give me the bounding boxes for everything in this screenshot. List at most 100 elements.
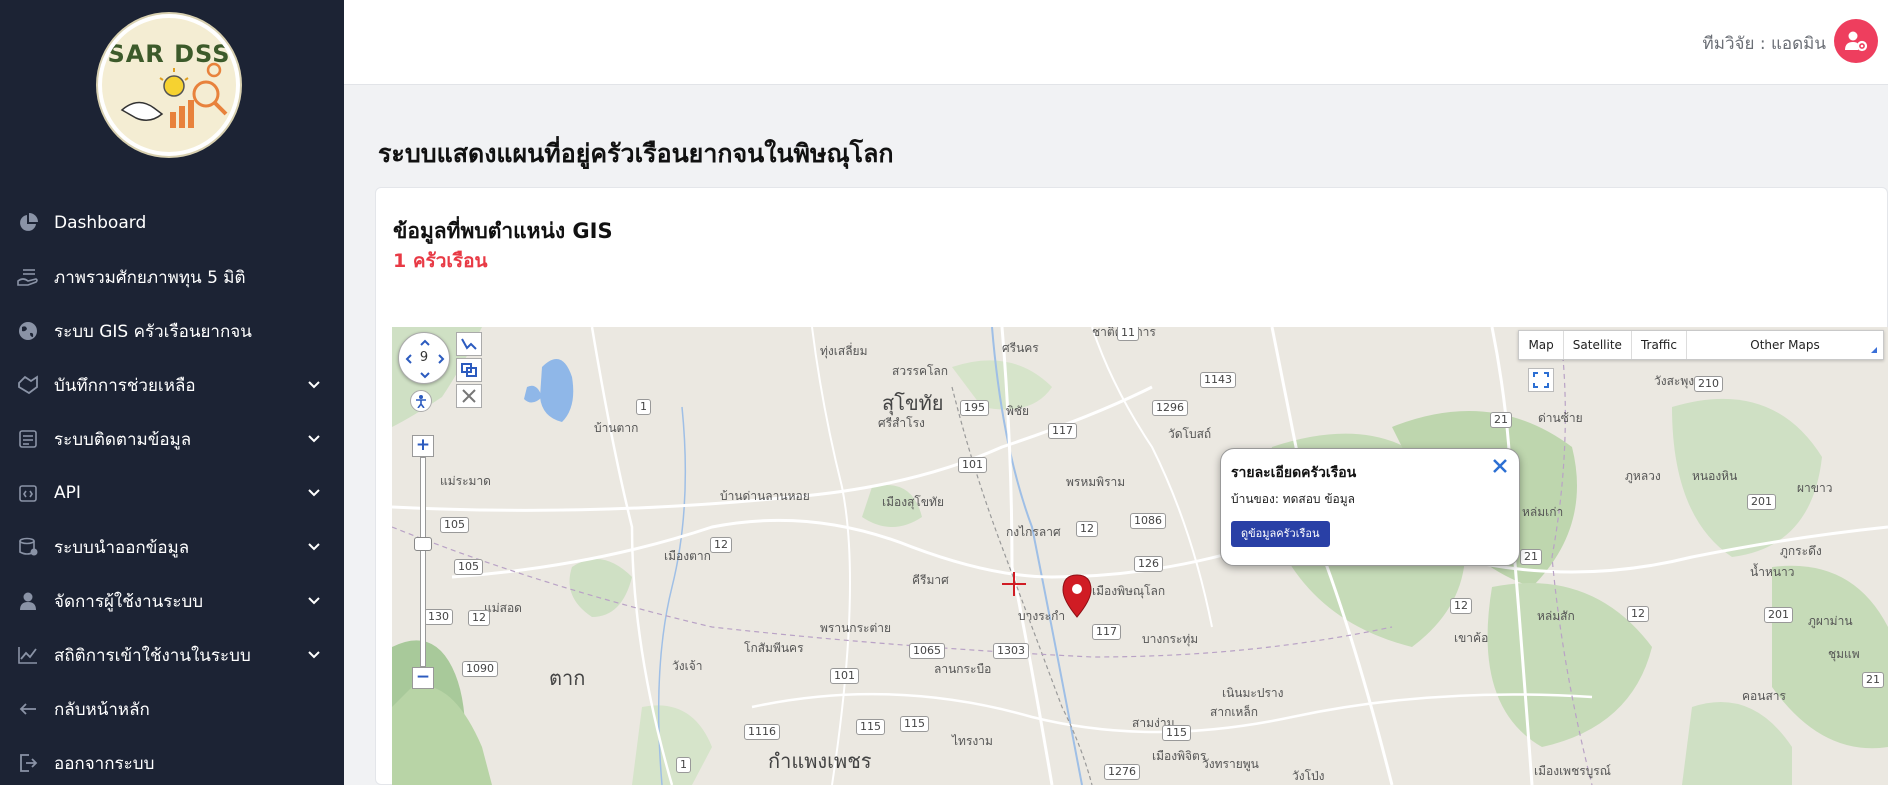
handshake-icon bbox=[16, 373, 40, 397]
view-household-button[interactable]: ดูข้อมูลครัวเรือน bbox=[1231, 521, 1330, 547]
chevron-down-icon[interactable] bbox=[306, 431, 322, 447]
sidebar-item-usage-stats[interactable]: สถิติการเข้าใช้งานในระบบ bbox=[0, 628, 344, 682]
measure-distance-icon[interactable] bbox=[456, 332, 482, 356]
user-icon bbox=[16, 589, 40, 613]
place-label: ภูกระดึง bbox=[1780, 544, 1822, 558]
sidebar-item-gis[interactable]: ระบบ GIS ครัวเรือนยากจน bbox=[0, 304, 344, 358]
sidebar: SAR DSS Dashboard ภาพรวมศักยภาพทุน 5 มิต… bbox=[0, 0, 344, 785]
place-label: บ้านด่านลานหอย bbox=[720, 489, 810, 503]
sidebar-item-capital-overview[interactable]: ภาพรวมศักยภาพทุน 5 มิติ bbox=[0, 250, 344, 304]
street-view-icon[interactable] bbox=[410, 390, 432, 412]
road-shield: 115 bbox=[900, 716, 929, 732]
road-shield: 12 bbox=[1627, 606, 1649, 622]
map-type-satellite[interactable]: Satellite bbox=[1564, 331, 1632, 359]
place-label: ลานกระบือ bbox=[934, 662, 992, 676]
sidebar-item-label: ออกจากระบบ bbox=[54, 753, 155, 774]
arrow-left-icon bbox=[16, 697, 40, 721]
globe-icon bbox=[16, 319, 40, 343]
place-label: ทุ่งเสลี่ยม bbox=[820, 344, 868, 358]
logo-illustration-icon bbox=[120, 62, 228, 128]
road-shield: 1116 bbox=[744, 724, 780, 740]
road-shield: 21 bbox=[1490, 412, 1512, 428]
sidebar-item-back-home[interactable]: กลับหน้าหลัก bbox=[0, 682, 344, 736]
sidebar-item-logout[interactable]: ออกจากระบบ bbox=[0, 736, 344, 785]
road-shield: 12 bbox=[468, 610, 490, 626]
sidebar-item-label: Dashboard bbox=[54, 213, 147, 233]
chevron-down-icon[interactable] bbox=[306, 647, 322, 663]
road-shield: 1 bbox=[636, 399, 651, 415]
place-label: ศรีสำโรง bbox=[878, 416, 925, 430]
place-label: น้ำหนาว bbox=[1750, 565, 1795, 579]
road-shield: 105 bbox=[440, 517, 469, 533]
sidebar-item-api[interactable]: API bbox=[0, 466, 344, 520]
place-label: สวรรคโลก bbox=[892, 364, 949, 378]
user-name-label[interactable]: ทีมวิจัย : แอดมิน bbox=[1703, 30, 1826, 57]
place-label: คอนสาร bbox=[1742, 689, 1786, 703]
page-title: ระบบแสดงแผนที่อยู่ครัวเรือนยากจนในพิษณุโ… bbox=[378, 139, 894, 168]
place-label: หล่มสัก bbox=[1537, 609, 1575, 623]
map-type-map[interactable]: Map bbox=[1519, 331, 1564, 359]
zoom-slider[interactable]: + − bbox=[412, 435, 434, 695]
road-shield: 1143 bbox=[1200, 372, 1236, 388]
road-shield: 21 bbox=[1862, 672, 1884, 688]
road-shield: 115 bbox=[856, 719, 885, 735]
zoom-in-button[interactable]: + bbox=[412, 435, 434, 457]
sidebar-item-label: ภาพรวมศักยภาพทุน 5 มิติ bbox=[54, 267, 246, 288]
place-label: เขาค้อ bbox=[1454, 631, 1489, 645]
place-label: แม่ระมาด bbox=[440, 474, 491, 488]
place-label: เมืองตาก bbox=[664, 549, 711, 563]
road-shield: 101 bbox=[958, 457, 987, 473]
sidebar-item-data-export[interactable]: ระบบนำออกข้อมูล bbox=[0, 520, 344, 574]
sidebar-item-dashboard[interactable]: Dashboard bbox=[0, 196, 344, 250]
measure-area-icon[interactable] bbox=[456, 358, 482, 382]
chevron-down-icon[interactable] bbox=[306, 485, 322, 501]
place-label: ด่านซ้าย bbox=[1538, 411, 1583, 425]
clear-drawing-icon[interactable] bbox=[456, 384, 482, 408]
close-icon[interactable] bbox=[1491, 457, 1509, 475]
household-marker-icon[interactable] bbox=[1061, 574, 1093, 618]
map-type-traffic[interactable]: Traffic bbox=[1632, 331, 1687, 359]
place-label: บ้านตาก bbox=[594, 421, 639, 435]
place-label: ไทรงาม bbox=[952, 734, 993, 748]
road-shield: 1303 bbox=[993, 643, 1029, 659]
dropdown-arrow-icon bbox=[1871, 347, 1877, 353]
place-label: หล่มเก่า bbox=[1522, 505, 1564, 519]
zoom-track[interactable] bbox=[420, 457, 426, 667]
map-canvas[interactable]: ตาก สุโขทัย กำแพงเพชร ศรีสำโรง สวรรคโลก … bbox=[392, 327, 1888, 785]
line-chart-icon bbox=[16, 643, 40, 667]
zoom-level: 9 bbox=[419, 350, 429, 365]
place-label: ภูหลวง bbox=[1625, 469, 1661, 483]
sidebar-item-label: ระบบติดตามข้อมูล bbox=[54, 429, 192, 450]
chevron-down-icon[interactable] bbox=[306, 377, 322, 393]
sidebar-item-label: ระบบนำออกข้อมูล bbox=[54, 537, 190, 558]
place-label: พิชัย bbox=[1006, 404, 1030, 418]
sidebar-item-assistance-records[interactable]: บันทึกการช่วยเหลือ bbox=[0, 358, 344, 412]
road-shield: 12 bbox=[1450, 598, 1472, 614]
road-shield: 117 bbox=[1048, 423, 1077, 439]
road-shield: 1296 bbox=[1152, 400, 1188, 416]
sidebar-item-user-management[interactable]: จัดการผู้ใช้งานระบบ bbox=[0, 574, 344, 628]
hand-coins-icon bbox=[16, 265, 40, 289]
place-label: เนินมะปราง bbox=[1222, 686, 1284, 700]
user-gear-icon[interactable] bbox=[1834, 19, 1878, 63]
place-label: วังโป่ง bbox=[1292, 769, 1325, 783]
sidebar-item-tracking[interactable]: ระบบติดตามข้อมูล bbox=[0, 412, 344, 466]
other-maps-dropdown[interactable]: Other Maps bbox=[1687, 331, 1883, 359]
code-icon bbox=[16, 481, 40, 505]
chevron-down-icon[interactable] bbox=[306, 593, 322, 609]
road-shield: 1086 bbox=[1130, 513, 1166, 529]
road-shield: 1276 bbox=[1104, 764, 1140, 780]
road-shield: 1 bbox=[676, 757, 691, 773]
zoom-out-button[interactable]: − bbox=[412, 667, 434, 689]
zoom-thumb[interactable] bbox=[414, 537, 432, 551]
chevron-down-icon[interactable] bbox=[306, 539, 322, 555]
road-shield: 210 bbox=[1694, 376, 1723, 392]
sidebar-item-label: จัดการผู้ใช้งานระบบ bbox=[54, 591, 204, 612]
road-shield: 115 bbox=[1162, 725, 1191, 741]
place-label: ภูผาม่าน bbox=[1808, 614, 1853, 628]
pan-control[interactable]: 9 bbox=[398, 332, 450, 384]
app-logo[interactable]: SAR DSS bbox=[98, 14, 240, 156]
pie-chart-icon bbox=[16, 211, 40, 235]
fullscreen-icon[interactable] bbox=[1528, 368, 1554, 392]
place-label: ผาขาว bbox=[1797, 481, 1833, 495]
